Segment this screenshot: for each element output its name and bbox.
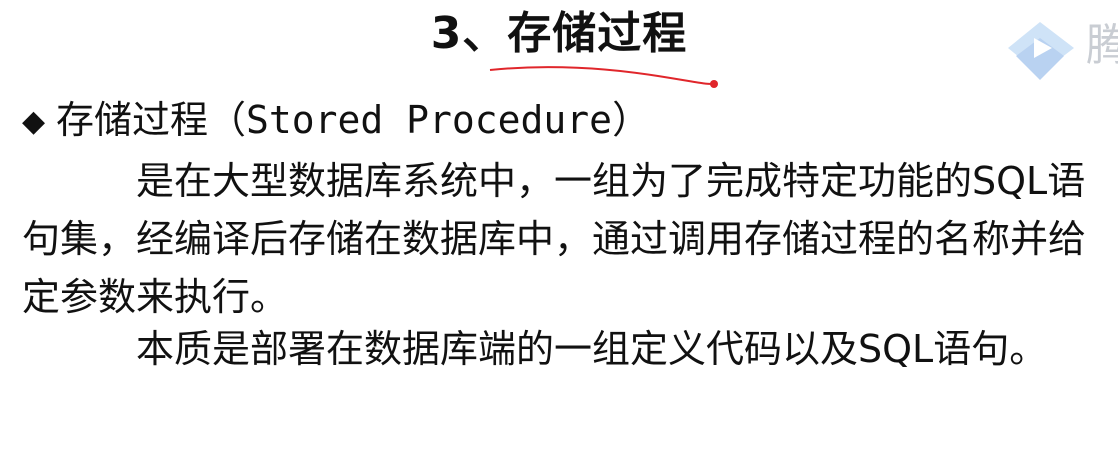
- slide-title: 3、存储过程: [430, 8, 688, 59]
- section-heading: ◆ 存储过程（Stored Procedure）: [22, 94, 650, 148]
- paragraph-definition: 是在大型数据库系统中，一组为了完成特定功能的SQL语句集，经编译后存储在数据库中…: [22, 159, 1087, 319]
- pen-underline-icon: [489, 66, 718, 88]
- watermark-text: 腾: [1086, 20, 1118, 71]
- slide: 3、存储过程 腾 ◆ 存储过程（Stored Procedure） 是在大型数据库…: [0, 0, 1118, 471]
- paragraph-essence: 本质是部署在数据库端的一组定义代码以及SQL语句。: [136, 327, 1048, 371]
- heading-term: 存储过程（: [56, 98, 247, 142]
- heading-close: ）: [612, 98, 651, 142]
- heading-english: Stored Procedure: [246, 98, 613, 142]
- diamond-bullet-icon: ◆: [22, 104, 46, 139]
